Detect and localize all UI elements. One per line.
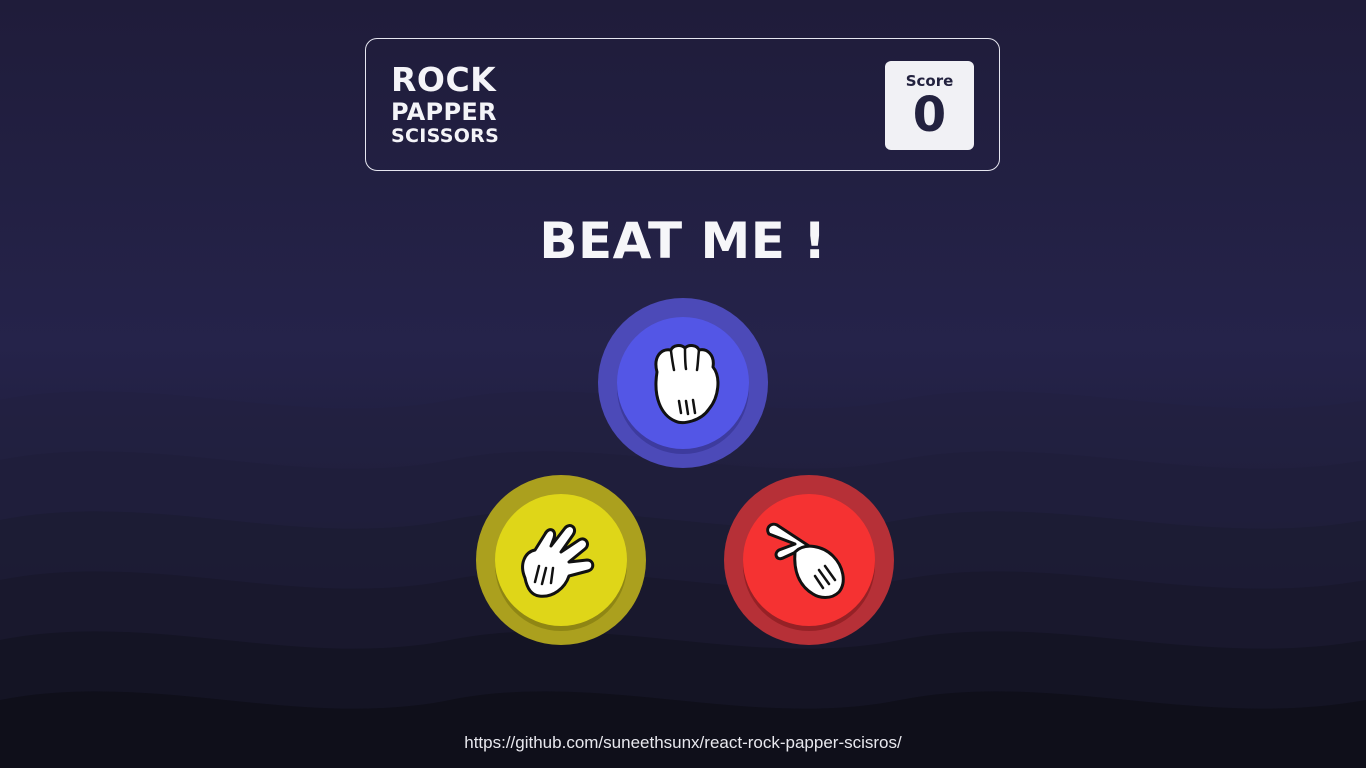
- logo-line-scissors: SCISSORS: [391, 125, 500, 147]
- logo-line-rock: ROCK: [391, 60, 497, 99]
- scissors-button-face[interactable]: [743, 494, 875, 626]
- headline: BEAT ME !: [539, 212, 827, 270]
- game-header: ROCK PAPPER SCISSORS Score 0: [365, 38, 1000, 171]
- game-logo: ROCK PAPPER SCISSORS: [391, 63, 499, 146]
- rock-button[interactable]: [598, 298, 768, 468]
- github-link[interactable]: https://github.com/suneethsunx/react-roc…: [0, 733, 1366, 753]
- paper-button[interactable]: [476, 475, 646, 645]
- scissors-button[interactable]: [724, 475, 894, 645]
- paper-button-face[interactable]: [495, 494, 627, 626]
- logo-line-papper: PAPPER: [391, 98, 497, 126]
- score-box: Score 0: [885, 61, 974, 150]
- score-value: 0: [912, 87, 947, 143]
- rock-hand-icon: [654, 344, 720, 424]
- rock-button-face[interactable]: [617, 317, 749, 449]
- scissors-hand-icon: [766, 522, 845, 599]
- paper-hand-icon: [521, 524, 595, 598]
